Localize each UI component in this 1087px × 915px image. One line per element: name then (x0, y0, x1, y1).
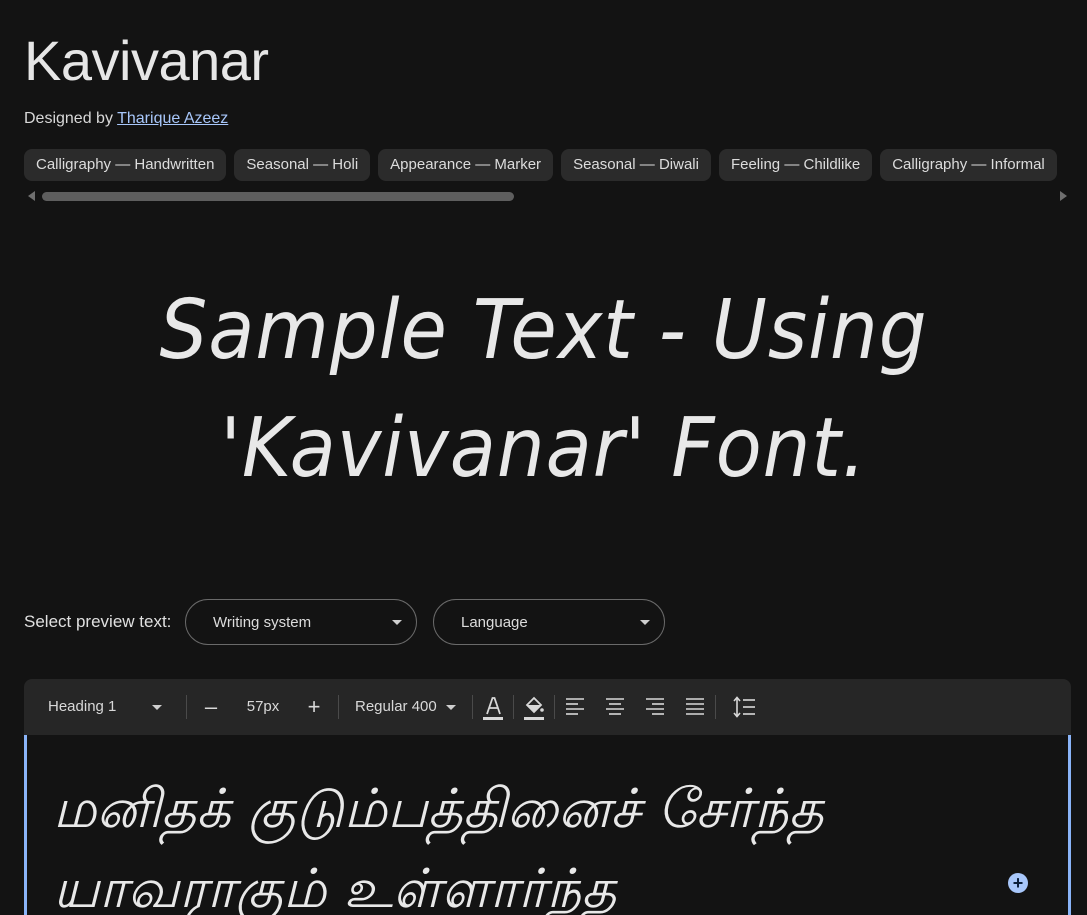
preview-select-label: Select preview text: (24, 612, 172, 631)
horizontal-scrollbar-thumb[interactable] (42, 192, 514, 201)
tag-chip[interactable]: Seasonal — Diwali (561, 149, 711, 181)
align-center-button[interactable] (602, 679, 628, 735)
align-left-button[interactable] (562, 679, 588, 735)
designer-line: Designed by Tharique Azeez (24, 110, 228, 128)
writing-system-dropdown[interactable]: Writing system (185, 599, 417, 645)
language-label: Language (461, 614, 528, 631)
tag-chip[interactable]: Feeling — Childlike (718, 149, 873, 181)
align-justify-button[interactable] (682, 679, 708, 735)
tag-chip[interactable]: Seasonal — Holi (234, 149, 371, 181)
chevron-down-icon (392, 620, 402, 625)
designed-by-label: Designed by (24, 110, 113, 127)
tag-chip[interactable]: Calligraphy — Informal (880, 149, 1057, 181)
increase-size-button[interactable]: + (299, 679, 329, 735)
font-size-label: 57px (246, 698, 280, 715)
align-right-button[interactable] (642, 679, 668, 735)
writing-system-label: Writing system (213, 614, 312, 631)
chevron-down-icon (640, 620, 650, 625)
toolbar-divider (338, 695, 339, 719)
designer-link[interactable]: Tharique Azeez (117, 110, 228, 127)
language-dropdown[interactable]: Language (433, 599, 665, 645)
font-title: Kavivanar (24, 29, 269, 92)
editor-text-content[interactable]: மனிதக் குடும்பத்தினைச் சேர்ந்த யாவராகும்… (53, 769, 1033, 915)
align-justify-icon (686, 698, 704, 715)
plus-icon: + (307, 694, 321, 719)
editor-toolbar: Heading 1 – 57px + Regular 400 (24, 679, 1071, 735)
align-right-icon (646, 698, 664, 715)
font-size-value[interactable]: 57px (240, 679, 286, 735)
text-color-button[interactable] (480, 679, 506, 735)
weight-label: Regular 400 (355, 698, 437, 715)
chevron-down-icon (152, 705, 162, 710)
toolbar-divider (472, 695, 473, 719)
sample-line-1: Sample Text - Using (159, 283, 928, 378)
preview-text-editor[interactable]: மனிதக் குடும்பத்தினைச் சேர்ந்த யாவராகும்… (24, 735, 1071, 915)
tag-chip[interactable]: Calligraphy — Handwritten (24, 149, 227, 181)
style-label: Heading 1 (48, 698, 117, 715)
toolbar-divider (186, 695, 187, 719)
toolbar-divider (513, 695, 514, 719)
tag-list: Calligraphy — Handwritten Seasonal — Holi… (24, 149, 1064, 181)
weight-dropdown[interactable]: Regular 400 (346, 679, 466, 735)
highlight-color-button[interactable] (521, 679, 547, 735)
align-left-icon (566, 698, 584, 715)
line-height-button[interactable] (730, 679, 758, 735)
scroll-right-arrow-icon[interactable] (1060, 191, 1067, 201)
sample-text-preview: Sample Text - Using 'Kavivanar' Font. (43, 272, 1043, 508)
tag-chip[interactable]: Appearance — Marker (378, 149, 554, 181)
toolbar-divider (554, 695, 555, 719)
scroll-left-arrow-icon[interactable] (28, 191, 35, 201)
align-center-icon (606, 698, 624, 715)
toolbar-divider (715, 695, 716, 719)
line-height-icon (733, 696, 755, 718)
chevron-down-icon (446, 705, 456, 710)
paint-bucket-icon (524, 696, 544, 720)
text-color-icon (483, 697, 503, 720)
style-dropdown[interactable]: Heading 1 (24, 679, 174, 735)
decrease-size-button[interactable]: – (196, 679, 226, 735)
sample-line-2: 'Kavivanar' Font. (220, 401, 867, 496)
minus-icon: – (204, 694, 218, 719)
add-circle-icon[interactable]: + (1008, 873, 1028, 893)
